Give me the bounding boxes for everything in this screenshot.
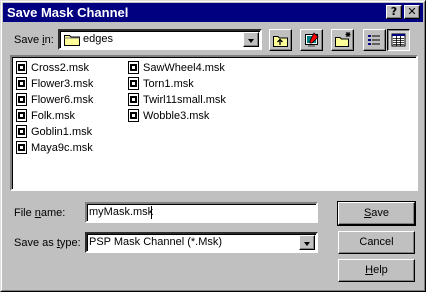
save-in-label-post: n: (44, 34, 54, 46)
up-folder-icon (273, 36, 288, 47)
close-button[interactable]: ✕ (404, 5, 420, 19)
mask-file-icon (16, 77, 27, 90)
window-title: Save Mask Channel (7, 5, 129, 20)
list-view-icon (368, 35, 380, 45)
text-cursor (151, 206, 152, 219)
save-as-type-value: PSP Mask Channel (*.Msk) (89, 236, 223, 248)
file-name-label: File name: (14, 207, 65, 220)
chevron-down-icon[interactable] (243, 32, 259, 47)
file-name: Wobble3.msk (143, 110, 210, 122)
view-desktop-button[interactable] (300, 29, 323, 51)
save-in-label: Save in: (14, 34, 54, 47)
file-name-label-pre: File (14, 207, 35, 219)
save-mask-channel-dialog: Save Mask Channel ? ✕ Save in: edges Cro… (0, 0, 426, 292)
mask-file-icon (16, 61, 27, 74)
save-as-type-label-pre: Save as (14, 237, 57, 249)
file-name: Flower6.msk (31, 94, 94, 106)
folder-icon (64, 35, 80, 46)
create-new-folder-button[interactable] (331, 29, 354, 51)
file-name: Twirl11small.msk (143, 94, 226, 106)
save-as-type-label: Save as type: (14, 237, 81, 250)
save-in-label-pre: Save (14, 34, 43, 46)
up-one-level-button[interactable] (269, 29, 292, 51)
title-bar[interactable]: Save Mask Channel ? ✕ (3, 3, 423, 22)
mask-file-icon (128, 77, 139, 90)
file-name: Maya9c.msk (31, 142, 93, 154)
help-button-rest: elp (373, 264, 388, 276)
save-in-dropdown[interactable]: edges (58, 29, 262, 50)
details-view-icon (391, 33, 406, 47)
mask-file-icon (128, 61, 139, 74)
new-folder-icon (335, 32, 351, 47)
file-name: Folk.msk (31, 110, 75, 122)
mask-file-icon (16, 125, 27, 138)
mask-file-icon (16, 141, 27, 154)
mask-file-icon (16, 93, 27, 106)
file-name-value: myMask.msk (89, 206, 154, 218)
file-name: Cross2.msk (31, 62, 90, 74)
file-name-label-post: ame: (40, 207, 66, 219)
list-view-button[interactable] (363, 29, 386, 51)
file-name: Flower3.msk (31, 78, 94, 90)
help-title-button[interactable]: ? (386, 5, 402, 19)
save-button[interactable]: Save (337, 201, 416, 226)
desktop-icon (305, 32, 319, 47)
save-as-type-dropdown[interactable]: PSP Mask Channel (*.Msk) (85, 232, 318, 253)
file-list[interactable]: Cross2.msk Flower3.msk Flower6.msk Folk.… (10, 55, 418, 191)
file-name: Goblin1.msk (31, 126, 93, 138)
save-as-type-label-post: ype: (59, 237, 81, 249)
help-button[interactable]: Help (338, 259, 415, 282)
file-name: SawWheel4.msk (143, 62, 225, 74)
chevron-down-icon[interactable] (299, 235, 315, 250)
details-view-button[interactable] (387, 29, 410, 51)
help-button-accel: H (365, 264, 374, 276)
save-button-rest: ave (371, 207, 390, 219)
mask-file-icon (16, 109, 27, 122)
cancel-button[interactable]: Cancel (338, 231, 415, 254)
mask-file-icon (128, 93, 139, 106)
current-folder: edges (83, 33, 113, 45)
file-name-field[interactable]: myMask.msk (85, 202, 318, 223)
file-name: Torn1.msk (143, 78, 194, 90)
mask-file-icon (128, 109, 139, 122)
